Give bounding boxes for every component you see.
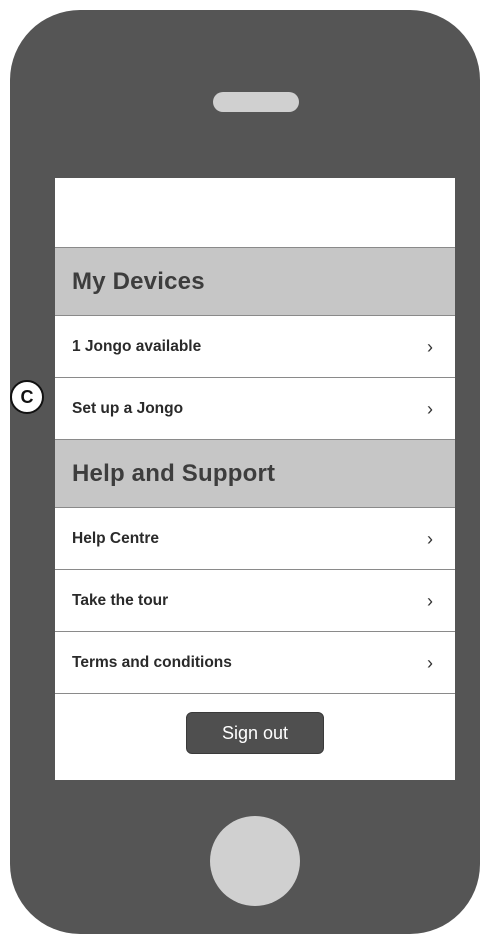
list-item-label: 1 Jongo available: [72, 337, 202, 355]
chevron-right-icon: ›: [427, 652, 433, 673]
list-item-label: Help Centre: [72, 529, 159, 547]
section-title: My Devices: [72, 267, 205, 295]
section-header-my-devices: My Devices: [55, 248, 455, 316]
section-header-help-and-support: Help and Support: [55, 440, 455, 508]
speaker-grille: [213, 92, 299, 112]
list-item-terms-and-conditions[interactable]: Terms and conditions ›: [55, 632, 455, 694]
chevron-right-icon: ›: [427, 336, 433, 357]
list-item-jongo-available[interactable]: 1 Jongo available ›: [55, 316, 455, 378]
top-blank-area: [55, 178, 455, 248]
list-item-label: Terms and conditions: [72, 653, 232, 671]
sign-out-button[interactable]: Sign out: [186, 712, 324, 754]
list-item-label: Set up a Jongo: [72, 399, 184, 417]
annotation-marker: C: [10, 380, 44, 414]
app-screen: My Devices 1 Jongo available › Set up a …: [55, 178, 455, 780]
list-item-help-centre[interactable]: Help Centre ›: [55, 508, 455, 570]
list-item-set-up-jongo[interactable]: Set up a Jongo ›: [55, 378, 455, 440]
home-button[interactable]: [210, 816, 300, 906]
section-title: Help and Support: [72, 459, 276, 487]
chevron-right-icon: ›: [427, 398, 433, 419]
chevron-right-icon: ›: [427, 590, 433, 611]
phone-frame: My Devices 1 Jongo available › Set up a …: [10, 10, 480, 934]
list-item-take-the-tour[interactable]: Take the tour ›: [55, 570, 455, 632]
list-item-label: Take the tour: [72, 591, 169, 609]
sign-out-container: Sign out: [55, 694, 455, 754]
chevron-right-icon: ›: [427, 528, 433, 549]
